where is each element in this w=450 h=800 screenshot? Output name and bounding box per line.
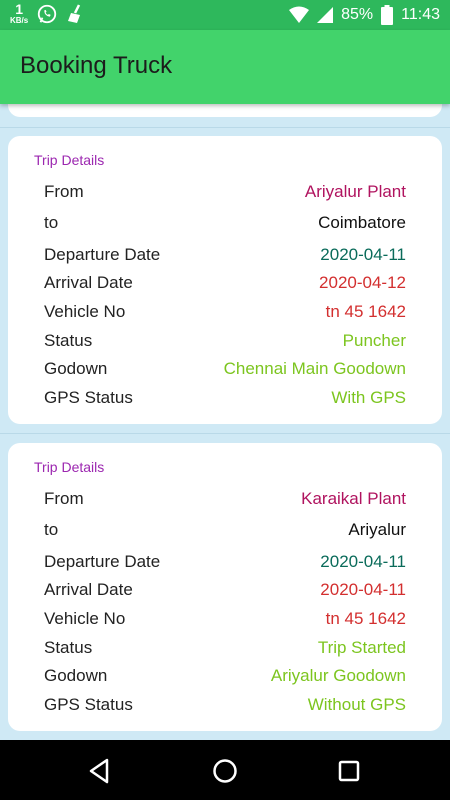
status-label: Status — [44, 331, 93, 350]
trip-details-title: Trip Details — [34, 459, 105, 475]
vehicle-value: tn 45 1642 — [325, 609, 406, 628]
from-value: Karaikal Plant — [301, 489, 406, 508]
back-icon[interactable] — [83, 754, 117, 788]
battery-percentage: 85% — [341, 6, 374, 23]
page-title: Booking Truck — [20, 52, 173, 79]
arrival-value: 2020-04-12 — [319, 273, 406, 292]
departure-label: Departure Date — [44, 245, 161, 264]
arrival-label: Arrival Date — [44, 273, 133, 292]
trip-card-partial[interactable] — [8, 104, 442, 117]
departure-row: Departure Date 2020-04-11 — [44, 550, 406, 574]
godown-label: Godown — [44, 666, 108, 685]
to-label: to — [44, 520, 59, 539]
from-label: From — [44, 489, 84, 508]
recent-apps-icon[interactable] — [332, 754, 366, 788]
status-row: Status Trip Started — [44, 636, 406, 660]
list-divider — [0, 127, 450, 128]
godown-row: Godown Chennai Main Goodown — [44, 357, 406, 381]
whatsapp-icon — [38, 4, 57, 23]
network-speed: 1 KB/s — [10, 2, 28, 25]
trip-details-title: Trip Details — [34, 152, 105, 168]
wifi-icon — [289, 6, 310, 23]
vehicle-row: Vehicle No tn 45 1642 — [44, 300, 406, 324]
vehicle-row: Vehicle No tn 45 1642 — [44, 607, 406, 631]
to-label: to — [44, 213, 59, 232]
status-bar: 1 KB/s 85% 11:43 — [0, 0, 450, 30]
trip-from-row: From Ariyalur Plant — [44, 180, 406, 204]
list-divider — [0, 433, 450, 434]
godown-label: Godown — [44, 359, 108, 378]
gps-row: GPS Status With GPS — [44, 386, 406, 410]
arrival-row: Arrival Date 2020-04-12 — [44, 271, 406, 295]
trip-list[interactable]: Trip Details From Ariyalur Plant to Coim… — [0, 104, 450, 740]
trip-to-row: to Ariyalur — [44, 518, 406, 542]
vehicle-label: Vehicle No — [44, 609, 126, 628]
godown-row: Godown Ariyalur Goodown — [44, 664, 406, 688]
departure-row: Departure Date 2020-04-11 — [44, 243, 406, 267]
status-value: Puncher — [342, 331, 406, 350]
gps-value: With GPS — [331, 388, 406, 407]
departure-value: 2020-04-11 — [320, 245, 406, 264]
battery-icon — [381, 5, 394, 25]
status-row: Status Puncher — [44, 329, 406, 353]
network-speed-unit: KB/s — [10, 16, 29, 25]
arrival-value: 2020-04-11 — [320, 580, 406, 599]
trip-to-row: to Coimbatore — [44, 211, 406, 235]
from-label: From — [44, 182, 84, 201]
trip-card[interactable]: Trip Details From Ariyalur Plant to Coim… — [8, 136, 442, 424]
vehicle-value: tn 45 1642 — [325, 302, 406, 321]
godown-value: Ariyalur Goodown — [270, 666, 406, 685]
status-left-icons: 1 KB/s — [10, 2, 86, 25]
arrival-row: Arrival Date 2020-04-11 — [44, 578, 406, 602]
trip-card[interactable]: Trip Details From Karaikal Plant to Ariy… — [8, 443, 442, 731]
gps-label: GPS Status — [44, 695, 133, 714]
status-right-icons: 85% 11:43 — [289, 0, 440, 30]
network-speed-value: 1 — [15, 1, 24, 17]
to-value: Coimbatore — [318, 213, 406, 232]
arrival-label: Arrival Date — [44, 580, 133, 599]
gps-label: GPS Status — [44, 388, 133, 407]
clock: 11:43 — [401, 6, 440, 23]
vehicle-label: Vehicle No — [44, 302, 126, 321]
trip-from-row: From Karaikal Plant — [44, 487, 406, 511]
app-bar: Booking Truck — [0, 30, 450, 104]
to-value: Ariyalur — [348, 520, 406, 539]
godown-value: Chennai Main Goodown — [223, 359, 406, 378]
departure-value: 2020-04-11 — [320, 552, 406, 571]
navigation-bar — [0, 740, 450, 800]
cell-signal-icon — [317, 7, 334, 23]
gps-row: GPS Status Without GPS — [44, 693, 406, 717]
departure-label: Departure Date — [44, 552, 161, 571]
home-icon[interactable] — [208, 754, 242, 788]
status-label: Status — [44, 638, 93, 657]
gps-value: Without GPS — [307, 695, 406, 714]
status-value: Trip Started — [317, 638, 406, 657]
cleaner-broom-icon — [68, 3, 81, 23]
from-value: Ariyalur Plant — [304, 182, 406, 201]
